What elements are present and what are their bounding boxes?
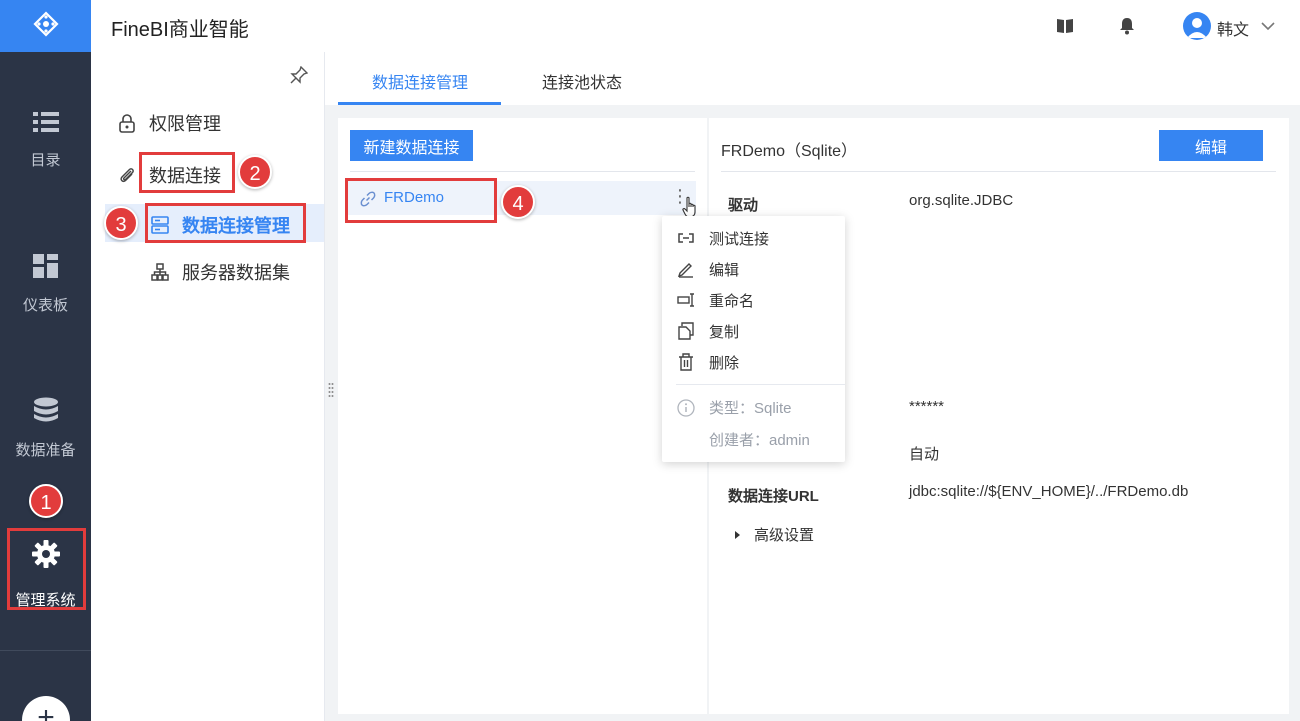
info-icon — [676, 398, 696, 418]
nav-item-label: 仪表板 — [22, 297, 68, 314]
step-badge-1: 1 — [29, 484, 63, 518]
lock-icon — [117, 113, 137, 133]
menu-item-label: 测试连接 — [709, 230, 770, 248]
sitemap-icon — [150, 262, 170, 282]
advanced-settings-toggle[interactable]: 高级设置 — [735, 524, 814, 545]
menu-item-label: 重命名 — [709, 292, 755, 310]
link-test-icon — [676, 228, 696, 248]
app-logo[interactable] — [0, 0, 91, 52]
avatar[interactable] — [1183, 12, 1211, 40]
step-badge-2: 2 — [238, 155, 272, 189]
annotation-box-data-connection — [139, 152, 235, 193]
sidebar-divider — [324, 52, 325, 721]
connection-title: FRDemo（Sqlite） — [721, 143, 858, 160]
menu-item-test-connection[interactable]: 测试连接 — [676, 227, 769, 249]
new-connection-button[interactable]: 新建数据连接 — [350, 130, 473, 161]
resize-handle-icon[interactable] — [328, 382, 334, 403]
add-button[interactable]: + — [22, 696, 70, 721]
dashboard-icon — [32, 254, 59, 282]
context-menu: 测试连接 编辑 重命名 复制 删除 类型：Sqlite 创建者：admin — [662, 216, 845, 462]
sidebar-item-label: 权限管理 — [149, 114, 221, 134]
nav-item-data-prep[interactable]: 数据准备 — [0, 397, 91, 460]
creator-info: 创建者：admin — [709, 429, 810, 450]
tab-bar: 数据连接管理 连接池状态 — [325, 52, 1300, 105]
copy-icon — [676, 321, 696, 341]
sidebar-item-label: 服务器数据集 — [182, 263, 290, 283]
step-badge-4: 4 — [501, 185, 535, 219]
user-name[interactable]: 韩文 — [1217, 16, 1249, 40]
annotation-box-connection-management — [145, 203, 306, 243]
sidebar-item-permissions[interactable]: 权限管理 — [117, 110, 221, 136]
menu-item-edit[interactable]: 编辑 — [676, 258, 739, 280]
rename-icon — [676, 290, 696, 310]
tab-active-underline — [338, 102, 501, 105]
chevron-down-icon[interactable] — [1261, 18, 1275, 36]
annotation-box-admin — [7, 528, 86, 610]
list-icon — [32, 111, 59, 137]
trash-icon — [676, 352, 696, 372]
nav-item-label: 数据准备 — [15, 442, 76, 459]
logo-icon — [32, 10, 59, 42]
driver-label: 驱动 — [728, 197, 759, 214]
book-icon[interactable] — [1055, 16, 1075, 36]
top-header: FineBI商业智能 韩文 — [91, 0, 1300, 52]
bell-icon[interactable] — [1117, 16, 1137, 36]
encoding-value: 自动 — [909, 446, 940, 463]
divider — [350, 171, 695, 172]
menu-item-delete[interactable]: 删除 — [676, 351, 739, 373]
edit-button[interactable]: 编辑 — [1159, 130, 1263, 161]
nav-item-dashboard[interactable]: 仪表板 — [0, 254, 91, 315]
type-info-text: 类型：Sqlite — [709, 400, 792, 417]
caret-right-icon — [735, 530, 740, 539]
menu-item-label: 复制 — [709, 323, 740, 341]
url-label: 数据连接URL — [728, 488, 819, 505]
advanced-settings-label: 高级设置 — [754, 527, 815, 544]
tab-connection-management[interactable]: 数据连接管理 — [372, 69, 468, 93]
app-title: FineBI商业智能 — [111, 19, 249, 41]
step-badge-3: 3 — [104, 206, 138, 240]
password-value: ****** — [909, 398, 945, 415]
menu-item-label: 编辑 — [709, 261, 740, 279]
paperclip-icon — [117, 165, 137, 185]
url-value: jdbc:sqlite://${ENV_HOME}/../FRDemo.db — [909, 483, 1189, 500]
pin-icon[interactable] — [290, 65, 309, 89]
tab-pool-status[interactable]: 连接池状态 — [542, 69, 622, 93]
connection-type-info: 类型：Sqlite — [676, 397, 792, 418]
database-icon — [33, 397, 59, 427]
nav-item-catalog[interactable]: 目录 — [0, 111, 91, 170]
nav-divider — [0, 650, 91, 651]
menu-item-copy[interactable]: 复制 — [676, 320, 739, 342]
sidebar-item-server-dataset[interactable]: 服务器数据集 — [150, 259, 290, 285]
pencil-icon — [676, 259, 696, 279]
menu-divider — [676, 384, 845, 385]
creator-info-text: 创建者：admin — [709, 432, 810, 449]
menu-item-rename[interactable]: 重命名 — [676, 289, 754, 311]
menu-item-label: 删除 — [709, 354, 740, 372]
nav-item-label: 目录 — [30, 152, 61, 169]
divider — [721, 171, 1276, 172]
driver-value: org.sqlite.JDBC — [909, 192, 1014, 209]
annotation-box-frdemo — [345, 178, 497, 223]
main-nav: 目录 仪表板 数据准备 管理系统 + — [0, 0, 91, 721]
